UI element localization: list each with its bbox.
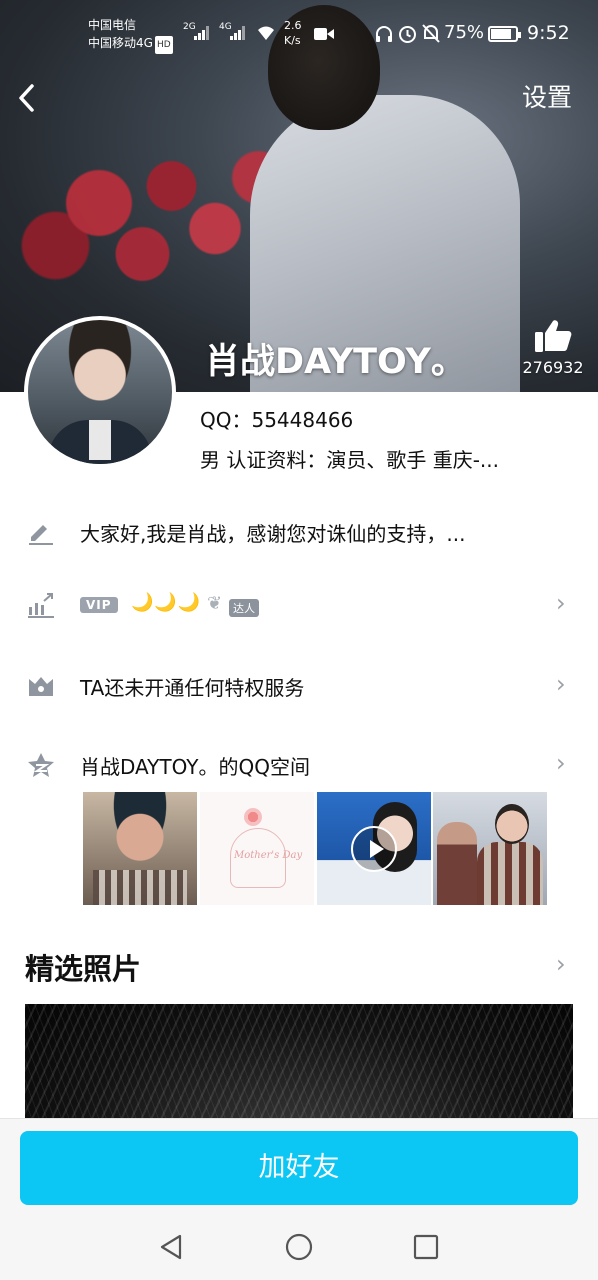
carrier-2: 中国移动4G xyxy=(88,36,153,50)
battery-icon xyxy=(488,26,521,42)
battery-percentage: 75% xyxy=(444,22,485,43)
signature-text: 大家好,我是肖战，感谢您对诛仙的支持，... xyxy=(80,522,466,546)
video-camera-icon xyxy=(314,28,334,40)
carrier-1: 中国电信 xyxy=(88,18,137,32)
net-speed-unit: K/s xyxy=(284,34,301,47)
photo-detail xyxy=(495,804,529,844)
chevron-right-icon: › xyxy=(556,589,566,617)
photo-detail xyxy=(437,822,477,905)
wing-icon: ❦ xyxy=(207,593,223,614)
status-bar: 中国电信 中国移动4G HD 2G 4G 2.6 K/s 75% 9:52 xyxy=(0,12,598,58)
daren-label: 达人 xyxy=(229,599,259,617)
nav-recents-icon[interactable] xyxy=(411,1232,441,1262)
vip-badge: VIP xyxy=(80,597,118,613)
chevron-right-icon: › xyxy=(556,670,566,698)
qzone-photo-4[interactable] xyxy=(433,792,547,905)
play-icon xyxy=(351,826,397,872)
thumbs-up-icon xyxy=(535,320,572,352)
featured-photo[interactable] xyxy=(25,1004,573,1122)
photo-detail xyxy=(93,870,187,905)
qzone-photo-1[interactable] xyxy=(83,792,197,905)
network-speed: 2.6 K/s xyxy=(284,18,302,48)
like-count: 276932 xyxy=(522,358,584,377)
qzone-thumbnails: Mother's Day xyxy=(83,792,547,905)
featured-photos-title: 精选照片 xyxy=(25,952,142,986)
qzone-video-3[interactable] xyxy=(317,792,431,905)
qzone-photo-2[interactable]: Mother's Day xyxy=(200,792,314,905)
photo-detail xyxy=(477,842,543,905)
alarm-icon xyxy=(399,26,416,43)
carrier-info: 中国电信 中国移动4G HD xyxy=(88,16,173,54)
add-friend-button[interactable]: 加好友 xyxy=(20,1131,578,1205)
privilege-text: TA还未开通任何特权服务 xyxy=(80,676,305,700)
star-icon xyxy=(28,753,54,777)
chevron-left-icon xyxy=(19,84,34,112)
mothers-day-text: Mother's Day xyxy=(234,850,303,861)
profile-nickname: 肖战DAYTOY。 xyxy=(205,342,466,382)
daren-badge: ❦ 达人 xyxy=(207,589,267,619)
bottom-action-bar: 加好友 xyxy=(0,1118,598,1214)
level-up-icon xyxy=(28,593,54,618)
qq-number: QQ：55448466 xyxy=(200,408,354,432)
pencil-icon xyxy=(29,525,53,545)
system-nav-bar xyxy=(0,1214,598,1280)
privilege-row[interactable]: TA还未开通任何特权服务 › xyxy=(0,656,598,716)
hd-badge: HD xyxy=(154,36,173,54)
signature-row[interactable]: 大家好,我是肖战，感谢您对诛仙的支持，... xyxy=(0,502,598,562)
qzone-row[interactable]: 肖战DAYTOY。的QQ空间 › xyxy=(0,735,598,795)
photo-detail xyxy=(244,808,262,826)
crown-icon xyxy=(29,677,53,696)
qzone-title: 肖战DAYTOY。的QQ空间 xyxy=(80,755,310,779)
mute-bell-icon xyxy=(422,24,440,43)
chevron-right-icon[interactable]: › xyxy=(556,950,566,978)
avatar-collar xyxy=(89,420,111,460)
profile-info[interactable]: 男 认证资料：演员、歌手 重庆-... xyxy=(200,444,550,473)
nav-home-icon[interactable] xyxy=(284,1232,314,1262)
chevron-right-icon: › xyxy=(556,749,566,777)
back-button[interactable] xyxy=(14,80,44,116)
avatar[interactable] xyxy=(24,316,176,468)
settings-button[interactable]: 设置 xyxy=(522,80,572,116)
signal-bars-icon xyxy=(194,26,210,40)
like-button[interactable]: 276932 xyxy=(518,318,588,377)
signal-bars-icon xyxy=(230,26,246,40)
wifi-icon xyxy=(258,26,274,40)
clock: 9:52 xyxy=(527,22,570,44)
level-row[interactable]: VIP 🌙🌙🌙 ❦ 达人 › xyxy=(0,575,598,635)
headphones-icon xyxy=(376,26,392,42)
net-speed-value: 2.6 xyxy=(284,19,302,32)
nav-back-icon[interactable] xyxy=(156,1232,186,1262)
moon-level-icon: 🌙🌙🌙 xyxy=(131,592,202,613)
